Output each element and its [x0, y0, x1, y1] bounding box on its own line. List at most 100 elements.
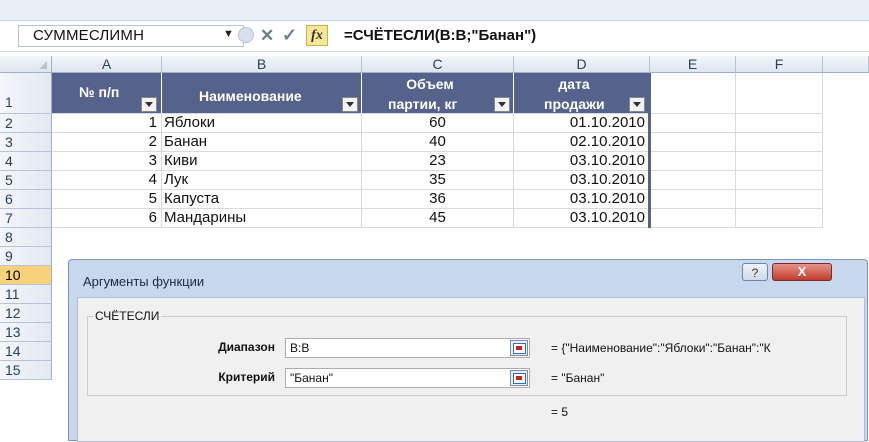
- table-cell-qty[interactable]: 45: [362, 209, 514, 228]
- row-header-2[interactable]: 2: [0, 114, 52, 133]
- name-box[interactable]: СУММЕСЛИМН ▼: [18, 25, 244, 47]
- table-cell-qty[interactable]: 36: [362, 190, 514, 209]
- formula-buttons: ✕ ✓ fx: [232, 25, 332, 47]
- criteria-result: = "Банан": [551, 371, 605, 385]
- row-header-15[interactable]: 15: [0, 361, 52, 380]
- empty-cell[interactable]: [736, 171, 823, 190]
- table-cell-n[interactable]: 5: [52, 190, 162, 209]
- empty-cell[interactable]: [736, 152, 823, 171]
- table-cell-date[interactable]: 01.10.2010: [514, 114, 650, 133]
- table-cell-name[interactable]: Киви: [162, 152, 362, 171]
- table-cell-name[interactable]: Банан: [162, 133, 362, 152]
- criteria-input[interactable]: "Банан": [285, 368, 530, 388]
- row-header-12[interactable]: 12: [0, 304, 52, 323]
- empty-cell[interactable]: [736, 133, 823, 152]
- column-header-f[interactable]: F: [736, 56, 823, 73]
- row-header-11[interactable]: 11: [0, 285, 52, 304]
- row-header-6[interactable]: 6: [0, 190, 52, 209]
- row-header-3[interactable]: 3: [0, 133, 52, 152]
- empty-cell[interactable]: [650, 114, 736, 133]
- table-right-border: [648, 73, 651, 228]
- formula-bar: СУММЕСЛИМН ▼ ✕ ✓ fx =СЧЁТЕСЛИ(B:B;"Банан…: [0, 0, 869, 52]
- table-cell-qty[interactable]: 60: [362, 114, 514, 133]
- table-cell-qty[interactable]: 35: [362, 171, 514, 190]
- table-cell-n[interactable]: 1: [52, 114, 162, 133]
- column-header-a[interactable]: A: [52, 56, 162, 73]
- table-cell-qty[interactable]: 23: [362, 152, 514, 171]
- row-header-9[interactable]: 9: [0, 247, 52, 266]
- dialog-title: Аргументы функции: [83, 274, 205, 289]
- row-header-7[interactable]: 7: [0, 209, 52, 228]
- cell-e1[interactable]: [650, 73, 736, 114]
- empty-cell[interactable]: [736, 114, 823, 133]
- table-cell-n[interactable]: 6: [52, 209, 162, 228]
- table-cell-name[interactable]: Яблоки: [162, 114, 362, 133]
- column-header-g[interactable]: [823, 56, 869, 73]
- table-cell-n[interactable]: 2: [52, 133, 162, 152]
- row-header-4[interactable]: 4: [0, 152, 52, 171]
- table-cell-date[interactable]: 03.10.2010: [514, 209, 650, 228]
- filter-dropdown-icon[interactable]: [494, 97, 510, 112]
- filter-dropdown-icon[interactable]: [629, 97, 645, 112]
- range-result: = {"Наименование":"Яблоки":"Банан":"К: [551, 341, 771, 355]
- help-button[interactable]: ?: [742, 263, 768, 281]
- criteria-label: Критерий: [218, 370, 275, 384]
- header-date-line1: дата: [558, 76, 590, 92]
- table-cell-qty[interactable]: 40: [362, 133, 514, 152]
- header-date-line2: продажи: [544, 96, 605, 112]
- table-cell-date[interactable]: 02.10.2010: [514, 133, 650, 152]
- close-button[interactable]: X: [772, 263, 832, 281]
- header-number-label: № п/п: [79, 84, 120, 100]
- empty-cell[interactable]: [650, 171, 736, 190]
- empty-cell[interactable]: [650, 190, 736, 209]
- formula-input[interactable]: =СЧЁТЕСЛИ(B:B;"Банан"): [344, 27, 536, 44]
- insert-function-icon[interactable]: fx: [306, 25, 328, 46]
- range-label: Диапазон: [218, 340, 275, 354]
- range-collapse-icon[interactable]: [510, 340, 528, 356]
- header-cell-name[interactable]: Наименование: [162, 73, 362, 114]
- column-header-b[interactable]: B: [162, 56, 362, 73]
- select-all-corner[interactable]: [0, 56, 52, 73]
- row-header-8[interactable]: 8: [0, 228, 52, 247]
- column-header-c[interactable]: C: [362, 56, 514, 73]
- header-cell-qty[interactable]: Объем партии, кг: [362, 73, 514, 114]
- table-cell-name[interactable]: Капуста: [162, 190, 362, 209]
- header-cell-date[interactable]: дата продажи: [514, 73, 650, 114]
- function-name-label: СЧЁТЕСЛИ: [93, 309, 162, 323]
- empty-cell[interactable]: [736, 209, 823, 228]
- cell-f1[interactable]: [736, 73, 823, 114]
- empty-cell[interactable]: [736, 190, 823, 209]
- criteria-collapse-icon[interactable]: [510, 370, 528, 386]
- table-cell-n[interactable]: 3: [52, 152, 162, 171]
- row-header-13[interactable]: 13: [0, 323, 52, 342]
- column-header-d[interactable]: D: [514, 56, 650, 73]
- row-header-1[interactable]: 1: [0, 73, 52, 114]
- header-qty-line2: партии, кг: [388, 96, 458, 112]
- enter-check-icon[interactable]: ✓: [282, 25, 297, 46]
- column-header-e[interactable]: E: [650, 56, 736, 73]
- header-name-label: Наименование: [199, 88, 302, 104]
- name-box-value: СУММЕСЛИМН: [33, 27, 145, 44]
- header-cell-number[interactable]: № п/п: [52, 73, 162, 114]
- table-cell-name[interactable]: Лук: [162, 171, 362, 190]
- empty-cell[interactable]: [650, 209, 736, 228]
- table-cell-date[interactable]: 03.10.2010: [514, 190, 650, 209]
- row-header-14[interactable]: 14: [0, 342, 52, 361]
- function-arguments-dialog: Аргументы функции ? X СЧЁТЕСЛИ Диапазон …: [68, 259, 868, 442]
- empty-cell[interactable]: [650, 133, 736, 152]
- empty-cell[interactable]: [650, 152, 736, 171]
- filter-dropdown-icon[interactable]: [342, 97, 358, 112]
- table-cell-n[interactable]: 4: [52, 171, 162, 190]
- row-header-5[interactable]: 5: [0, 171, 52, 190]
- table-cell-name[interactable]: Мандарины: [162, 209, 362, 228]
- range-input[interactable]: B:B: [285, 338, 530, 358]
- ribbon-edge: [0, 0, 869, 21]
- table-cell-date[interactable]: 03.10.2010: [514, 171, 650, 190]
- table-cell-date[interactable]: 03.10.2010: [514, 152, 650, 171]
- row-header-10[interactable]: 10: [0, 266, 52, 285]
- cancel-icon[interactable]: ✕: [260, 26, 274, 46]
- function-result: = 5: [551, 405, 569, 419]
- filter-dropdown-icon[interactable]: [141, 97, 157, 112]
- formula-bar-divider: [0, 51, 869, 52]
- header-qty-line1: Объем: [406, 76, 454, 92]
